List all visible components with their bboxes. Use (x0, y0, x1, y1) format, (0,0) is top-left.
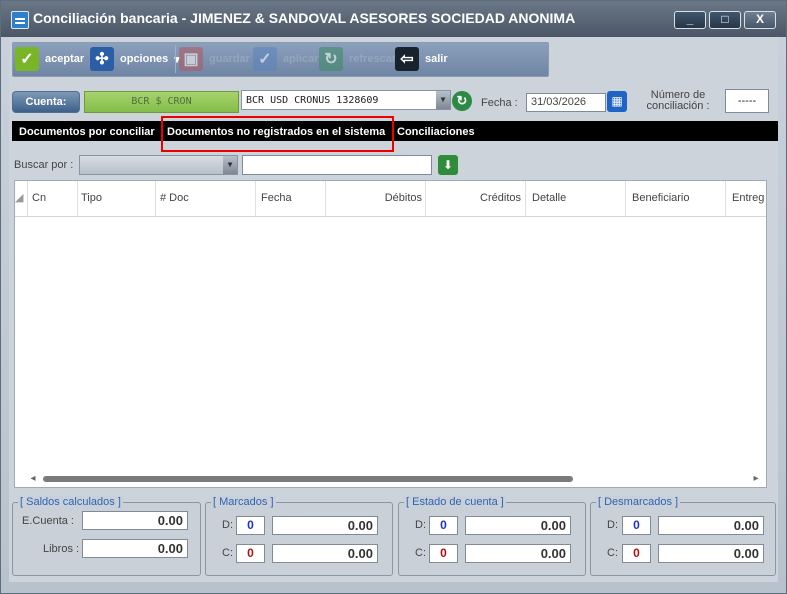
desmarcados-title: [ Desmarcados ] (596, 496, 681, 508)
title-bar[interactable]: Conciliación bancaria - JIMENEZ & SANDOV… (1, 1, 786, 37)
salir-label: salir (425, 53, 448, 65)
refresh-account-icon[interactable]: ↻ (452, 91, 472, 111)
guardar-button[interactable]: ▣ guardar (179, 46, 250, 72)
numero-conciliacion-value: ----- (725, 89, 769, 113)
buscar-select[interactable]: ▼ (79, 155, 238, 175)
main-content: ✓ aceptar ✣ opciones ▾ ▣ guardar ✓ aplic… (9, 37, 778, 582)
checkmark-icon: ✓ (15, 47, 39, 71)
documents-grid: ◢ Cn Tipo # Doc Fecha Débitos Créditos D… (14, 180, 767, 488)
window-controls: _ □ X (674, 11, 776, 29)
horizontal-scrollbar[interactable]: ◂ ▸ (15, 471, 766, 486)
aplicar-button[interactable]: ✓ aplicar (253, 46, 318, 72)
desmarcados-d-value: 0.00 (658, 516, 764, 535)
grid-header: ◢ Cn Tipo # Doc Fecha Débitos Créditos D… (15, 181, 766, 217)
numero-conciliacion-label: Número de conciliación : (646, 89, 710, 112)
account-code-field: BCR $ CRON (84, 91, 239, 113)
saldos-title: [ Saldos calculados ] (18, 496, 123, 508)
estado-cuenta-panel: [ Estado de cuenta ] D: 0 0.00 C: 0 0.00 (398, 496, 586, 576)
opciones-label: opciones (120, 53, 169, 65)
estado-c-count: 0 (429, 544, 458, 563)
column-detalle[interactable]: Detalle (526, 181, 626, 216)
tab-conciliaciones[interactable]: Conciliaciones (397, 126, 475, 138)
guardar-label: guardar (209, 53, 250, 65)
buscar-label: Buscar por : (14, 159, 74, 171)
scroll-right-icon[interactable]: ▸ (750, 471, 762, 486)
account-select[interactable]: BCR USD CRONUS 1328609 ▼ (241, 90, 451, 110)
saldos-calculados-panel: [ Saldos calculados ] E.Cuenta : 0.00 Li… (12, 496, 201, 576)
estado-d-value: 0.00 (465, 516, 571, 535)
search-filter-icon[interactable]: ⬇ (438, 155, 458, 175)
window-title: Conciliación bancaria - JIMENEZ & SANDOV… (33, 10, 576, 26)
close-button[interactable]: X (744, 11, 776, 29)
chevron-down-icon[interactable]: ▼ (436, 91, 450, 109)
desmarcados-c-count: 0 (622, 544, 651, 563)
maximize-button[interactable]: □ (709, 11, 741, 29)
refrescar-button[interactable]: ↻ refrescar (319, 46, 396, 72)
cuenta-button[interactable]: Cuenta: (12, 91, 80, 113)
column-fecha[interactable]: Fecha (256, 181, 326, 216)
column-doc[interactable]: # Doc (156, 181, 256, 216)
ecuenta-value: 0.00 (82, 511, 188, 530)
marcados-c-count: 0 (236, 544, 265, 563)
search-input[interactable] (242, 155, 432, 175)
app-icon (11, 11, 29, 29)
scroll-left-icon[interactable]: ◂ (27, 471, 39, 486)
gear-icon: ✣ (90, 47, 114, 71)
minimize-button[interactable]: _ (674, 11, 706, 29)
estado-c-value: 0.00 (465, 544, 571, 563)
estado-title: [ Estado de cuenta ] (404, 496, 506, 508)
aceptar-button[interactable]: ✓ aceptar (15, 46, 84, 72)
toolbar-separator (175, 45, 176, 73)
opciones-button[interactable]: ✣ opciones ▾ (90, 46, 180, 72)
salir-button[interactable]: ⇦ salir (395, 46, 448, 72)
row-selector-icon: ◢ (15, 181, 28, 216)
scroll-thumb[interactable] (43, 476, 573, 482)
aceptar-label: aceptar (45, 53, 85, 65)
libros-value: 0.00 (82, 539, 188, 558)
desmarcados-c-value: 0.00 (658, 544, 764, 563)
refrescar-label: refrescar (349, 53, 397, 65)
marcados-d-value: 0.00 (272, 516, 378, 535)
marcados-panel: [ Marcados ] D: 0 0.00 C: 0 0.00 (205, 496, 393, 576)
libros-label: Libros : (43, 543, 80, 555)
ecuenta-label: E.Cuenta : (22, 515, 74, 527)
marcados-d-count: 0 (236, 516, 265, 535)
column-debitos[interactable]: Débitos (326, 181, 426, 216)
fecha-label: Fecha : (481, 97, 518, 109)
chevron-down-icon[interactable]: ▼ (223, 156, 237, 174)
marcados-c-value: 0.00 (272, 544, 378, 563)
apply-icon: ✓ (253, 47, 277, 71)
column-beneficiario[interactable]: Beneficiario (626, 181, 726, 216)
desmarcados-d-count: 0 (622, 516, 651, 535)
tab-highlight-box (161, 116, 394, 152)
exit-icon: ⇦ (395, 47, 419, 71)
calendar-icon[interactable]: ▦ (607, 91, 627, 112)
column-cn[interactable]: Cn (28, 181, 78, 216)
account-select-value: BCR USD CRONUS 1328609 (246, 95, 379, 106)
save-icon: ▣ (179, 47, 203, 71)
marcados-title: [ Marcados ] (211, 496, 276, 508)
column-creditos[interactable]: Créditos (426, 181, 526, 216)
desmarcados-panel: [ Desmarcados ] D: 0 0.00 C: 0 0.00 (590, 496, 776, 576)
refresh-icon: ↻ (319, 47, 343, 71)
tab-strip: Documentos por conciliar Documentos no r… (12, 121, 778, 141)
conciliation-window: Conciliación bancaria - JIMENEZ & SANDOV… (0, 0, 787, 594)
column-entreg[interactable]: Entreg (726, 181, 766, 216)
aplicar-label: aplicar (283, 53, 319, 65)
tab-documentos-por-conciliar[interactable]: Documentos por conciliar (19, 126, 155, 138)
column-tipo[interactable]: Tipo (78, 181, 156, 216)
toolbar: ✓ aceptar ✣ opciones ▾ ▣ guardar ✓ aplic… (12, 42, 549, 77)
fecha-input[interactable]: 31/03/2026 (526, 93, 606, 112)
estado-d-count: 0 (429, 516, 458, 535)
